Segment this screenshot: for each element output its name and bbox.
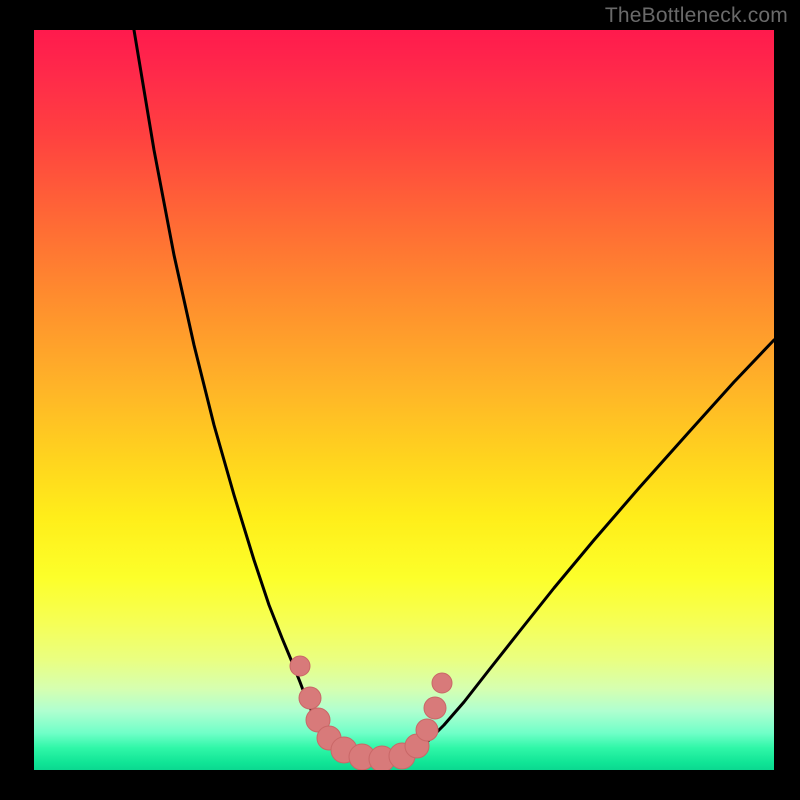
bottleneck-curve xyxy=(134,30,774,756)
watermark-text: TheBottleneck.com xyxy=(605,4,788,28)
plot-area xyxy=(34,30,774,770)
curve-svg xyxy=(34,30,774,770)
highlight-dot xyxy=(424,697,446,719)
highlight-dot xyxy=(299,687,321,709)
chart-frame: TheBottleneck.com xyxy=(0,0,800,800)
highlight-dot xyxy=(432,673,452,693)
highlight-dots-group xyxy=(290,656,452,770)
highlight-dot xyxy=(290,656,310,676)
highlight-dot xyxy=(416,719,438,741)
